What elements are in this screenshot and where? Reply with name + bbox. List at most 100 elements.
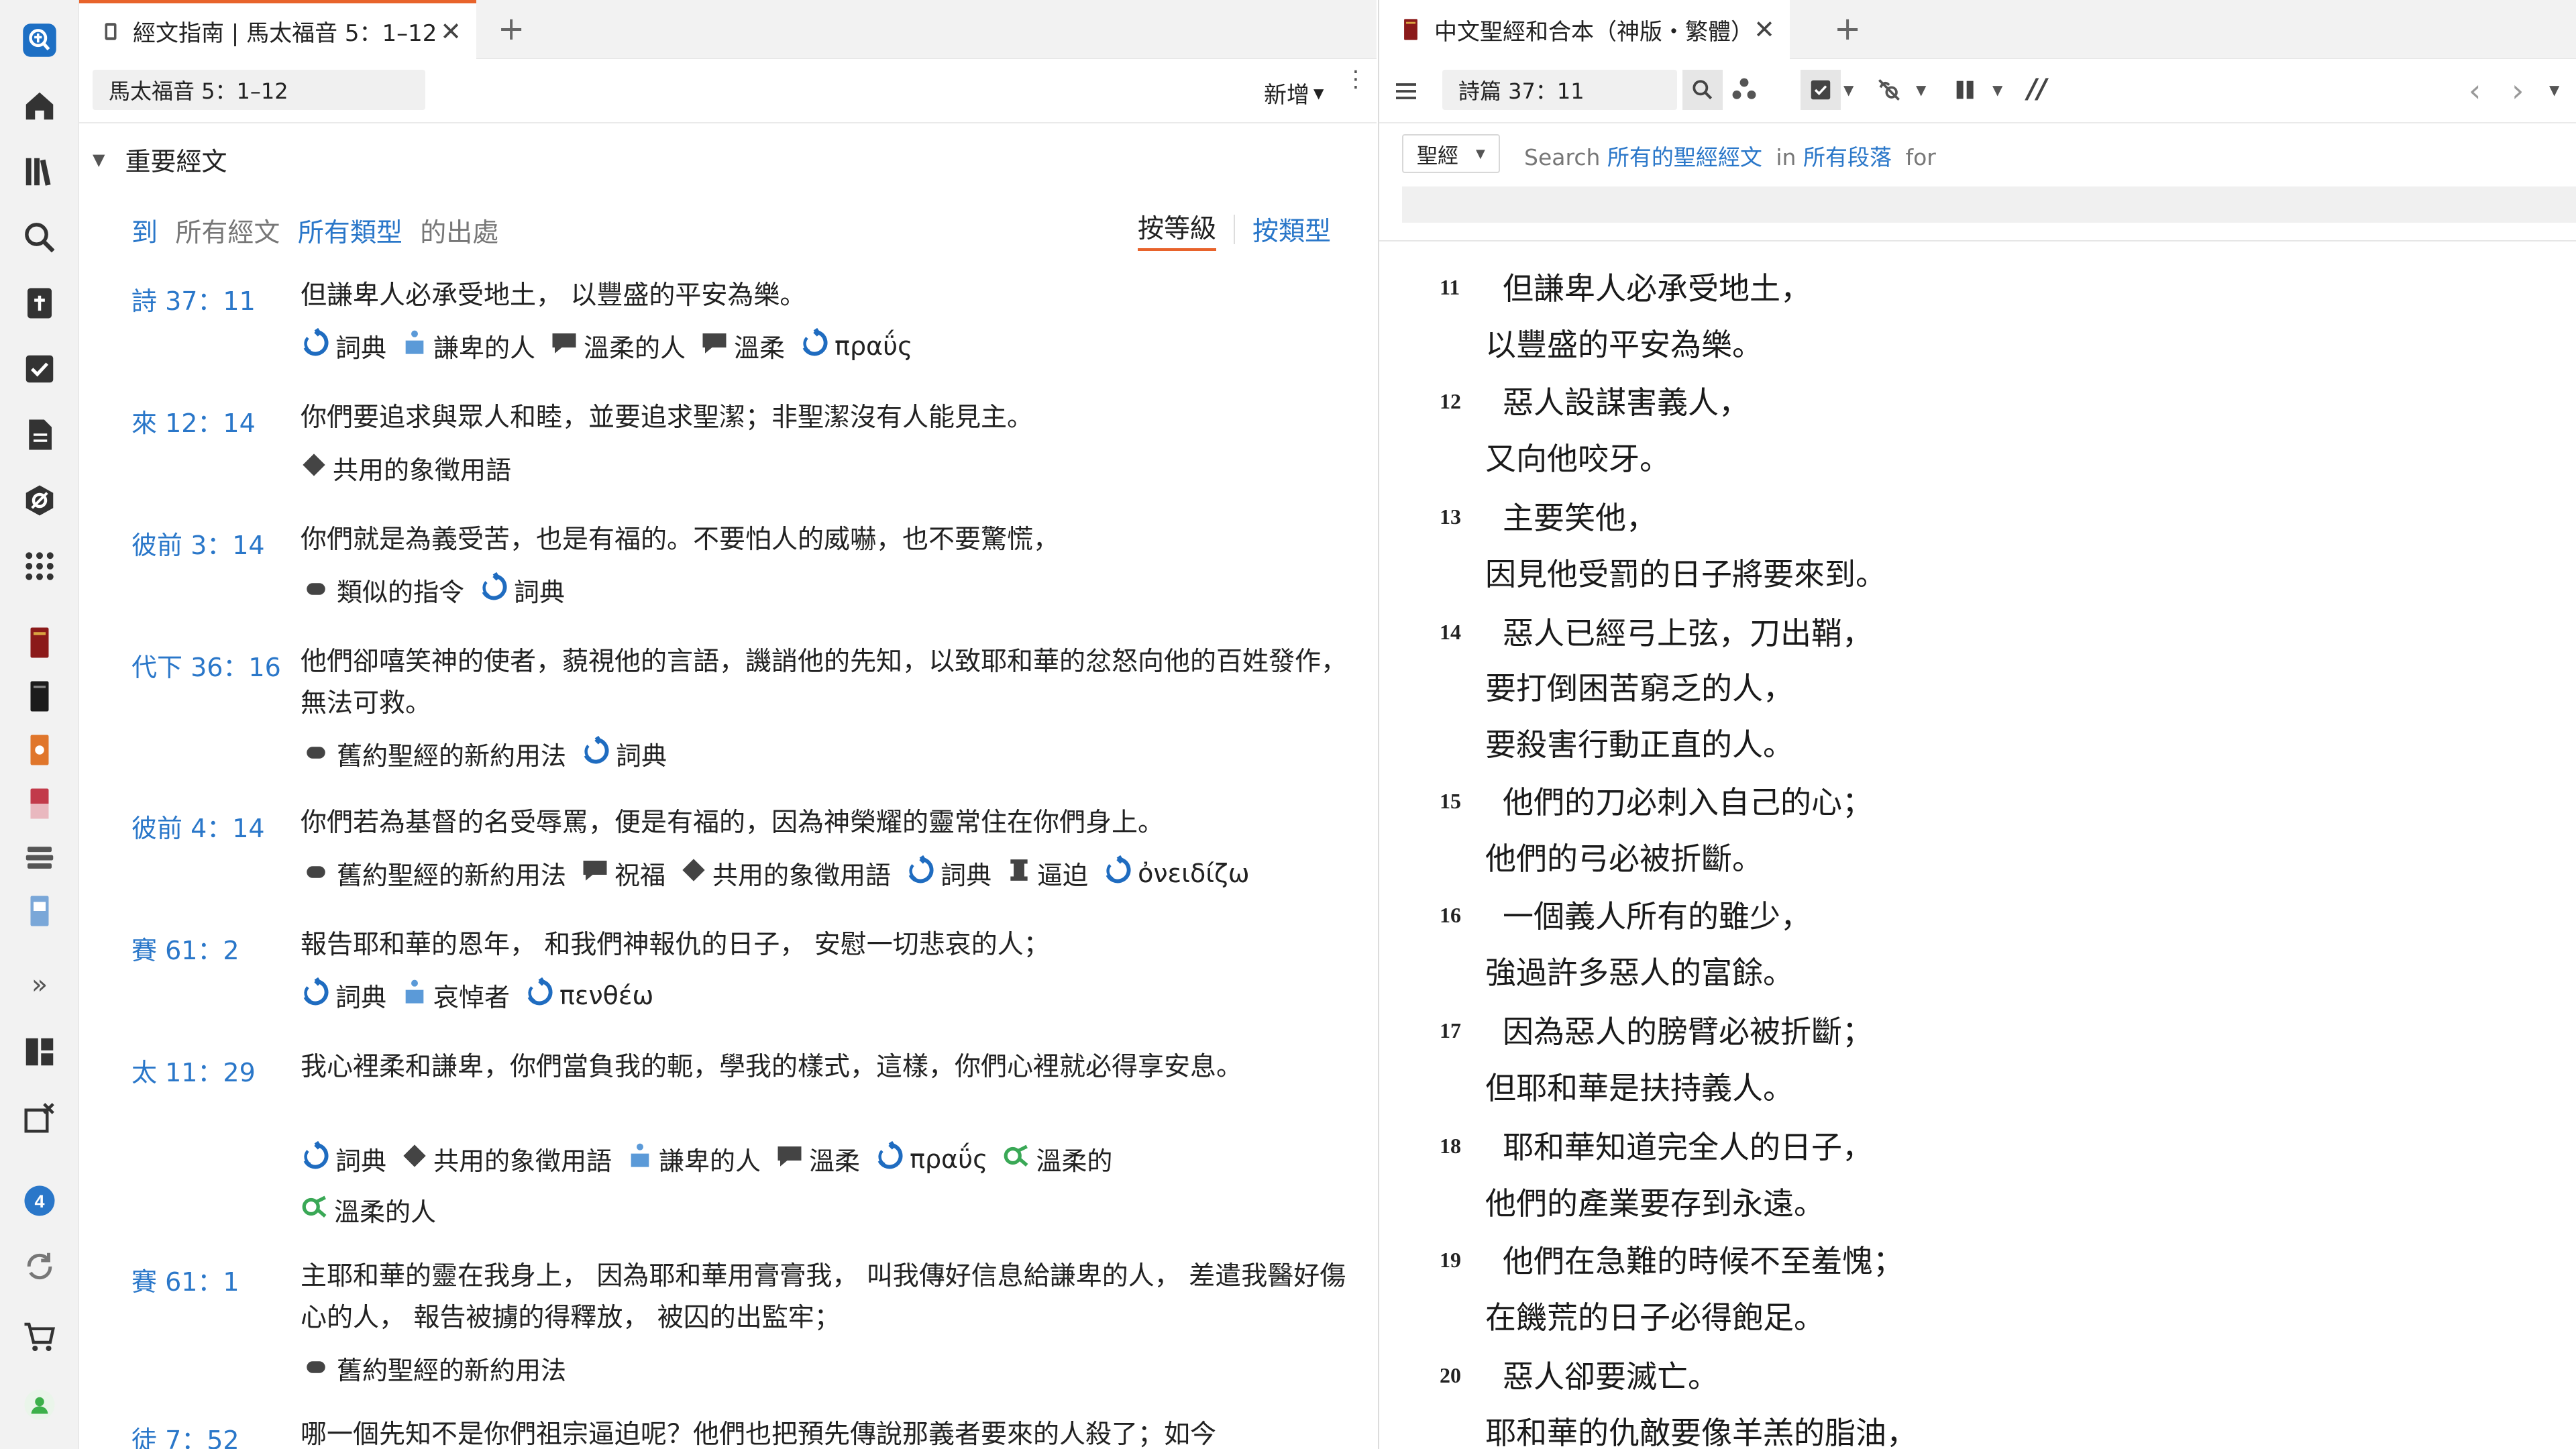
chevron-down-icon[interactable]: ▼	[1992, 82, 2002, 98]
document-icon[interactable]	[19, 415, 60, 455]
verse-number[interactable]: 12	[1440, 389, 1461, 414]
verse-number[interactable]: 18	[1440, 1134, 1461, 1159]
topic-tag[interactable]: 溫柔的人	[550, 327, 686, 364]
search-scope-link[interactable]: 所有的聖經經文	[1607, 144, 1762, 170]
book-orange-icon[interactable]	[19, 730, 60, 770]
chevron-down-icon[interactable]: ▼	[2549, 82, 2559, 98]
notification-icon[interactable]: 4	[19, 1181, 60, 1221]
add-tab-button[interactable]: +	[498, 12, 525, 46]
book-red-icon[interactable]	[19, 623, 60, 663]
sort-by-rank[interactable]: 按等級	[1138, 208, 1217, 251]
topic-tag[interactable]: 祝福	[581, 855, 665, 892]
topic-tag[interactable]: πραΰς	[875, 1140, 987, 1177]
tab-close-button[interactable]: ✕	[1754, 15, 1775, 44]
stack-icon[interactable]	[19, 837, 60, 877]
verse-reference-link[interactable]: 彼前 3：14	[131, 525, 265, 561]
close-layout-icon[interactable]	[19, 1097, 60, 1138]
add-tab-button[interactable]: +	[1834, 12, 1861, 46]
checklist-icon[interactable]	[19, 349, 60, 389]
tab-close-button[interactable]: ✕	[440, 17, 462, 46]
verse-reference-link[interactable]: 來 12：14	[131, 402, 256, 439]
verse-number[interactable]: 17	[1440, 1018, 1461, 1043]
topic-tag[interactable]: 謙卑的人	[401, 327, 535, 364]
verse-number[interactable]: 20	[1440, 1363, 1461, 1388]
apps-icon[interactable]	[19, 546, 60, 586]
verse-reference-link[interactable]: 詩 37：11	[131, 280, 256, 317]
search-button[interactable]	[1682, 70, 1723, 110]
back-arrow-icon[interactable]: ‹	[2469, 72, 2481, 109]
parallel-icon[interactable]: //	[2027, 74, 2047, 105]
section-header[interactable]: ▼ 重要經文	[93, 141, 227, 178]
topic-tag[interactable]: πενθέω	[525, 977, 653, 1013]
layout-icon[interactable]	[19, 1032, 60, 1072]
library-icon[interactable]	[19, 152, 60, 192]
search-range-link[interactable]: 所有段落	[1803, 144, 1892, 170]
verse-reference-link[interactable]: 太 11：29	[131, 1052, 256, 1089]
topic-tag[interactable]: 詞典	[301, 327, 386, 364]
topic-tag[interactable]: 逼迫	[1006, 855, 1088, 892]
verse-reference-link[interactable]: 代下 36：16	[131, 647, 281, 684]
bible-reference-input[interactable]: 詩篇 37：11	[1442, 70, 1677, 110]
cart-icon[interactable]	[19, 1316, 60, 1356]
search-scope-dropdown[interactable]: 聖經 ▼	[1402, 134, 1500, 173]
chevron-down-icon[interactable]: ▼	[1843, 82, 1854, 98]
topic-tag[interactable]: 溫柔	[775, 1140, 860, 1177]
eye-settings-icon[interactable]	[19, 480, 60, 521]
verse-number[interactable]: 13	[1440, 504, 1461, 529]
topic-tag[interactable]: 謙卑的人	[627, 1140, 761, 1177]
verse-number[interactable]: 16	[1440, 903, 1461, 928]
forward-arrow-icon[interactable]: ›	[2512, 72, 2524, 109]
topic-tag[interactable]: 類似的指令	[301, 572, 464, 608]
topic-tag[interactable]: 詞典	[301, 977, 386, 1014]
expand-icon[interactable]: »	[19, 965, 60, 1005]
topic-tag[interactable]: 舊約聖經的新約用法	[301, 1350, 566, 1387]
filter-to[interactable]: 到	[131, 218, 158, 248]
columns-icon[interactable]	[1952, 76, 1979, 106]
verse-reference-link[interactable]: 徒 7：52	[131, 1419, 239, 1449]
topic-tag[interactable]: 溫柔	[700, 327, 785, 364]
topic-tag[interactable]: 共用的象徵用語	[301, 449, 511, 486]
book-blue-icon[interactable]	[19, 891, 60, 931]
verse-reference-link[interactable]: 彼前 4：14	[131, 808, 265, 845]
chevron-down-icon[interactable]: ▼	[1916, 82, 1926, 98]
tab-bible[interactable]: 中文聖經和合本（神版・繁體） ✕	[1379, 0, 1790, 59]
bible-add-icon[interactable]	[19, 283, 60, 323]
verse-reference-link[interactable]: 賽 61：2	[131, 930, 239, 967]
topic-tag[interactable]: 詞典	[479, 572, 565, 608]
verse-number[interactable]: 14	[1440, 620, 1461, 645]
interlinear-icon[interactable]	[1874, 75, 1904, 107]
verse-number[interactable]: 11	[1440, 275, 1460, 300]
people-icon[interactable]	[1729, 75, 1759, 107]
search-app-icon[interactable]	[19, 20, 60, 60]
verse-number[interactable]: 19	[1440, 1248, 1461, 1273]
filter-all-types[interactable]: 所有類型	[298, 218, 402, 248]
panel-menu-icon[interactable]	[1393, 78, 1419, 107]
more-options-icon[interactable]: ⋮	[1344, 68, 1367, 91]
topic-tag[interactable]: 舊約聖經的新約用法	[301, 735, 566, 772]
book-black-icon[interactable]	[19, 676, 60, 716]
search-icon[interactable]	[19, 217, 60, 258]
book-pink-icon[interactable]	[19, 784, 60, 824]
topic-tag[interactable]: 溫柔的	[1002, 1140, 1112, 1177]
verse-number[interactable]: 15	[1440, 789, 1461, 814]
home-icon[interactable]	[19, 86, 60, 126]
topic-tag[interactable]: 溫柔的人	[301, 1191, 436, 1228]
filter-all-verses[interactable]: 所有經文	[175, 218, 280, 248]
user-icon[interactable]	[19, 1385, 60, 1425]
topic-tag[interactable]: 舊約聖經的新約用法	[301, 855, 566, 892]
sort-by-type[interactable]: 按類型	[1252, 211, 1331, 248]
topic-tag[interactable]: 哀悼者	[401, 977, 510, 1014]
visual-filter-button[interactable]	[1801, 70, 1841, 110]
topic-tag[interactable]: ὀνειδίζω	[1103, 855, 1250, 891]
topic-tag[interactable]: πραΰς	[800, 327, 912, 364]
sync-icon[interactable]	[19, 1246, 60, 1287]
topic-tag[interactable]: 共用的象徵用語	[401, 1140, 612, 1177]
add-menu-button[interactable]: 新增 ▼	[1264, 76, 1324, 109]
topic-tag[interactable]: 詞典	[906, 855, 991, 892]
search-query-input[interactable]	[1402, 186, 2576, 223]
topic-tag[interactable]: 詞典	[581, 735, 667, 772]
reference-input[interactable]: 馬太福音 5：1–12	[93, 70, 425, 110]
verse-reference-link[interactable]: 賽 61：1	[131, 1261, 239, 1298]
topic-tag[interactable]: 共用的象徵用語	[680, 855, 891, 892]
topic-tag[interactable]: 詞典	[301, 1140, 386, 1177]
